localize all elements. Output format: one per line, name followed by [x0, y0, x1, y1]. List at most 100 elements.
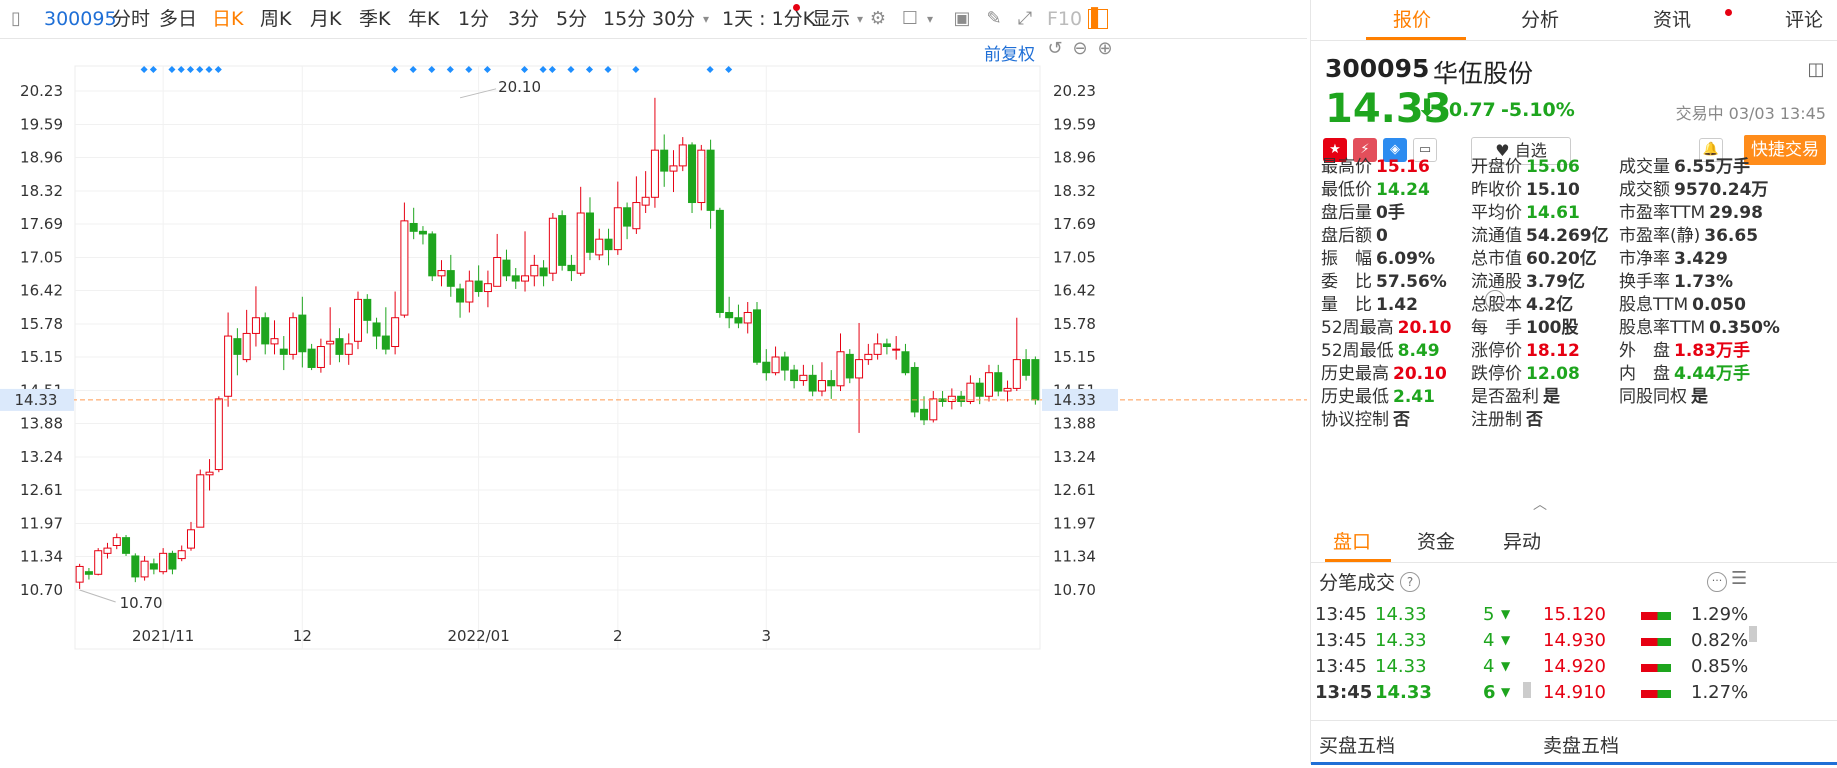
y-tick-label-right: 17.05 — [1053, 249, 1096, 267]
fullscreen-icon[interactable]: ⤢ — [1015, 9, 1035, 29]
quote-key: 历史最高 — [1321, 364, 1389, 384]
period-7[interactable]: 1分 — [458, 0, 489, 38]
quote-key: 跌停价 — [1471, 364, 1522, 384]
candle-body — [855, 359, 864, 379]
sell-five-label[interactable]: 卖盘五档 — [1543, 731, 1619, 758]
tab-quote[interactable]: 报价 — [1393, 0, 1431, 40]
x-tick-label: 3 — [762, 627, 772, 645]
f10-button[interactable]: F10 — [1047, 0, 1082, 38]
quote-key: 流通值 — [1471, 226, 1522, 246]
tab-orderbook[interactable]: 盘口 — [1333, 522, 1371, 562]
quote-item: 52周最高 20.10 — [1321, 313, 1451, 338]
more-icon[interactable]: ··· — [1707, 572, 1727, 592]
buy-five-label[interactable]: 买盘五档 — [1319, 731, 1395, 758]
candle-body — [567, 264, 576, 272]
settings-icon[interactable]: ⚙ — [868, 9, 888, 29]
collapse-up-icon[interactable]: ︿ — [1533, 494, 1547, 514]
period-10[interactable]: 15分 — [603, 0, 646, 38]
down-triangle-icon: ▼ — [1501, 607, 1511, 621]
candle-body — [632, 202, 641, 230]
quote-item: 平均价 14.61 — [1471, 198, 1580, 223]
quote-item: 成交额 9570.24万 — [1619, 175, 1768, 200]
panel-toggle-icon[interactable]: ▌ — [1088, 9, 1108, 29]
quote-value: 0.050 — [1692, 295, 1746, 315]
interval-notify-dot — [793, 4, 800, 11]
candle-body — [493, 257, 502, 287]
undo-icon[interactable]: ↺ — [1045, 39, 1065, 59]
period-3[interactable]: 周K — [260, 0, 291, 38]
candle-body — [344, 343, 353, 355]
quote-key: 量 比 — [1321, 295, 1372, 315]
candle-body — [307, 348, 316, 368]
candle-body — [595, 238, 604, 256]
candle-body — [762, 361, 771, 374]
period-2[interactable]: 日K — [212, 0, 243, 38]
quote-item: 市盈率(静) 36.65 — [1619, 221, 1758, 246]
quote-item: 最低价 14.24 — [1321, 175, 1430, 200]
period-5[interactable]: 季K — [359, 0, 390, 38]
camera-icon[interactable]: ▣ — [952, 9, 972, 29]
period-11[interactable]: 30分 — [652, 0, 695, 38]
help-icon[interactable]: ? — [1400, 572, 1420, 592]
candle-body — [270, 338, 279, 345]
more-icon[interactable]: ··· — [1485, 290, 1505, 310]
candle-body — [1031, 359, 1040, 401]
quick-trade-button[interactable]: 快捷交易 — [1744, 135, 1826, 165]
zoom-in-icon[interactable]: ⊕ — [1095, 39, 1115, 59]
chevron-down-icon[interactable]: ▾ — [850, 9, 870, 29]
trade-row: 13:45 14.33 5 ▼ 15.120 1.29% — [1311, 604, 1837, 632]
candle-body — [298, 314, 307, 353]
depth-footer: 买盘五档 卖盘五档 — [1311, 720, 1837, 765]
y-tick-label: 19.59 — [20, 116, 63, 134]
candle-body — [548, 217, 557, 274]
display-menu[interactable]: 显示 — [812, 0, 850, 38]
quote-key: 盘后量 — [1321, 203, 1372, 223]
tab-analysis[interactable]: 分析 — [1521, 0, 1559, 40]
candle-body — [456, 288, 465, 303]
layout-icon[interactable]: ☐ — [900, 9, 920, 29]
candle-body — [660, 149, 669, 172]
interval-select[interactable]: 1天 : 1分K — [722, 0, 815, 38]
kline-chart: 20.23 20.23 19.59 19.59 18.96 18.96 18.32 18.32… — [0, 39, 1307, 764]
candle-body — [790, 369, 799, 382]
quote-value: 1.42 — [1376, 295, 1418, 315]
period-chevron-icon[interactable]: ▾ — [696, 9, 716, 29]
event-marker — [548, 65, 556, 74]
list-icon[interactable]: ☰ — [1731, 568, 1747, 589]
tab-comment[interactable]: 评论 — [1785, 0, 1823, 40]
tab-news[interactable]: 资讯 — [1653, 0, 1691, 40]
scrollbar[interactable] — [1749, 626, 1757, 642]
period-0[interactable]: 分时 — [112, 0, 150, 38]
layout-chevron-icon[interactable]: ▾ — [920, 9, 940, 29]
quote-key: 涨停价 — [1471, 341, 1522, 361]
quote-item: 昨收价 15.10 — [1471, 175, 1580, 200]
draw-pencil-icon[interactable]: ✎ — [984, 9, 1004, 29]
y-tick-label: 13.88 — [20, 414, 63, 432]
restore-rights-button[interactable]: 前复权 — [984, 40, 1035, 65]
zoom-out-icon[interactable]: ⊖ — [1070, 39, 1090, 59]
scrollbar[interactable] — [1523, 682, 1531, 698]
tab-capital[interactable]: 资金 — [1417, 522, 1455, 562]
period-6[interactable]: 年K — [408, 0, 439, 38]
candle-body — [381, 335, 390, 350]
period-1[interactable]: 多日 — [159, 0, 197, 38]
depth-pct: 0.85% — [1691, 656, 1749, 677]
period-4[interactable]: 月K — [310, 0, 341, 38]
quote-key: 股息TTM — [1619, 295, 1689, 315]
quote-value: 否 — [1526, 410, 1543, 430]
period-9[interactable]: 5分 — [556, 0, 587, 38]
x-tick-label: 12 — [293, 627, 312, 645]
quote-value: 12.08 — [1526, 364, 1580, 384]
sidebar-toggle-icon[interactable]: ▯ — [6, 9, 26, 29]
candle-body — [725, 311, 734, 319]
period-8[interactable]: 3分 — [508, 0, 539, 38]
chart-toolbar: ▯ 300095 分时 多日 日K 周K 月K 季K 年K 1分 3分 5分 15分 30分 ▾ 1天 … — [0, 0, 1307, 39]
candle-body — [131, 555, 140, 578]
tab-anomaly[interactable]: 异动 — [1503, 522, 1541, 562]
candle-body — [706, 149, 715, 211]
stock-code-label[interactable]: 300095 — [44, 0, 117, 38]
quote-key: 总市值 — [1471, 249, 1522, 269]
panel-collapse-icon[interactable]: ◫ — [1806, 60, 1826, 80]
candle-body — [205, 471, 214, 476]
depth-pct: 1.29% — [1691, 604, 1749, 625]
